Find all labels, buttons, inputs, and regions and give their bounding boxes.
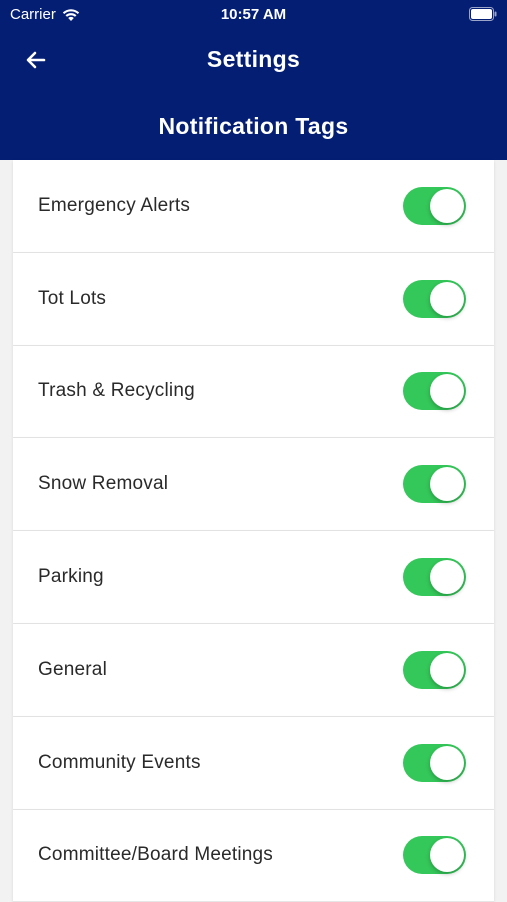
tag-label: Committee/Board Meetings	[38, 844, 274, 866]
toggle-knob	[430, 745, 464, 780]
tag-label: Emergency Alerts	[38, 194, 191, 216]
toggle-knob	[430, 560, 464, 595]
tag-label: General	[38, 658, 107, 680]
toggle-switch[interactable]	[403, 558, 466, 597]
toggle-switch[interactable]	[403, 186, 466, 225]
toggle-knob	[430, 467, 464, 502]
toggle-switch[interactable]	[403, 743, 466, 782]
battery-icon	[469, 7, 497, 21]
nav-bar: Settings	[0, 36, 507, 84]
list-item: General	[13, 623, 494, 717]
status-bar: Carrier 10:57 AM	[0, 0, 507, 28]
header: Carrier 10:57 AM Settings Notification T…	[0, 0, 507, 160]
toggle-knob	[430, 652, 464, 687]
toggle-knob	[430, 281, 464, 316]
tag-label: Community Events	[38, 751, 201, 773]
list-item: Snow Removal	[13, 438, 494, 532]
list-item: Tot Lots	[13, 252, 494, 346]
list-item: Emergency Alerts	[13, 160, 494, 253]
toggle-switch[interactable]	[403, 650, 466, 689]
tag-label: Snow Removal	[38, 473, 169, 495]
list-item: Trash & Recycling	[13, 345, 494, 439]
toggle-switch[interactable]	[403, 836, 466, 875]
toggle-switch[interactable]	[403, 372, 466, 411]
tag-label: Parking	[38, 566, 104, 588]
list-item: Community Events	[13, 716, 494, 810]
notification-tag-list: Emergency Alerts Tot Lots Trash & Recycl…	[13, 160, 494, 902]
page-title: Settings	[206, 46, 301, 72]
section-title: Notification Tags	[158, 113, 349, 139]
toggle-switch[interactable]	[403, 465, 466, 504]
list-item: Committee/Board Meetings	[13, 809, 494, 902]
status-time: 10:57 AM	[220, 6, 287, 23]
tag-label: Trash & Recycling	[38, 380, 195, 402]
toggle-knob	[430, 838, 464, 873]
toggle-knob	[430, 374, 464, 409]
toggle-knob	[430, 188, 464, 223]
list-item: Parking	[13, 531, 494, 624]
tag-label: Tot Lots	[38, 287, 107, 309]
toggle-switch[interactable]	[403, 279, 466, 318]
